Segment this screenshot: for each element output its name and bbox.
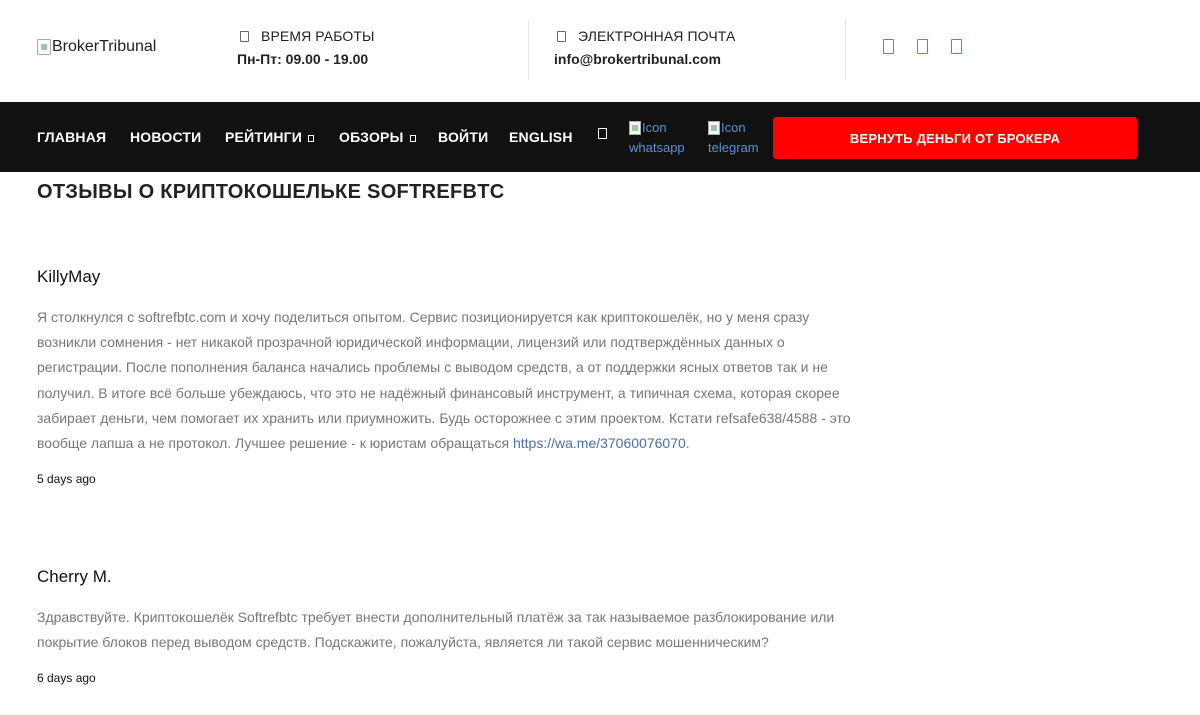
review-author: Cherry M. bbox=[37, 567, 112, 586]
nav-item-news[interactable]: НОВОСТИ bbox=[130, 129, 201, 145]
review-date: 6 days ago bbox=[37, 671, 96, 686]
working-hours: ВРЕМЯ РАБОТЫ Пн-Пт: 09.00 - 19.00 bbox=[237, 28, 374, 67]
dropdown-icon bbox=[308, 134, 315, 142]
nav-item-label: ГЛАВНАЯ bbox=[37, 129, 107, 145]
social-icon-3[interactable] bbox=[951, 39, 962, 54]
working-hours-value: Пн-Пт: 09.00 - 19.00 bbox=[237, 51, 369, 67]
review-item: KillyMay Я столкнулся с softrefbtc.com и… bbox=[37, 267, 867, 486]
nav-item-label: РЕЙТИНГИ bbox=[225, 129, 303, 145]
review-text: Я столкнулся с softrefbtc.com и хочу под… bbox=[37, 305, 867, 456]
social-icon-1[interactable] bbox=[883, 39, 894, 54]
nav-item-ratings[interactable]: РЕЙТИНГИ bbox=[225, 129, 315, 145]
email-label: ЭЛЕКТРОННАЯ ПОЧТА bbox=[578, 28, 736, 44]
envelope-icon bbox=[557, 30, 566, 42]
review-date: 5 days ago bbox=[37, 472, 96, 487]
nav-item-home[interactable]: ГЛАВНАЯ bbox=[37, 129, 106, 145]
telegram-alt: Icon bbox=[721, 120, 746, 135]
review-link[interactable]: https://wa.me/37060076070 bbox=[513, 435, 686, 451]
divider bbox=[845, 20, 846, 80]
divider bbox=[528, 20, 529, 80]
email-info: ЭЛЕКТРОННАЯ ПОЧТА info@brokertribunal.co… bbox=[554, 28, 735, 67]
site-logo[interactable]: BrokerTribunal bbox=[37, 38, 156, 56]
dropdown-icon bbox=[409, 134, 416, 142]
social-icon-2[interactable] bbox=[917, 39, 928, 54]
nav-item-english[interactable]: ENGLISH bbox=[509, 129, 573, 145]
search-icon[interactable] bbox=[598, 128, 607, 139]
nav-item-label: ENGLISH bbox=[509, 129, 573, 145]
nav-item-label: ОБЗОРЫ bbox=[339, 129, 404, 145]
page-title: ОТЗЫВЫ О КРИПТОКОШЕЛЬКЕ SOFTREFBTC bbox=[37, 181, 505, 203]
whatsapp-alt: Icon bbox=[642, 120, 667, 135]
nav-item-reviews[interactable]: ОБЗОРЫ bbox=[339, 129, 416, 145]
clock-icon bbox=[240, 30, 249, 42]
top-header: BrokerTribunal ВРЕМЯ РАБОТЫ Пн-Пт: 09.00… bbox=[0, 0, 1200, 102]
broken-image-icon bbox=[708, 121, 720, 135]
whatsapp-label: whatsapp bbox=[629, 140, 685, 155]
working-hours-label: ВРЕМЯ РАБОТЫ bbox=[261, 28, 375, 44]
logo-alt-text: BrokerTribunal bbox=[52, 38, 157, 55]
whatsapp-link[interactable]: Icon whatsapp bbox=[629, 118, 685, 158]
recover-money-button[interactable]: ВЕРНУТЬ ДЕНЬГИ ОТ БРОКЕРА bbox=[773, 117, 1137, 159]
review-body: Я столкнулся с softrefbtc.com и хочу под… bbox=[37, 309, 851, 452]
telegram-link[interactable]: Icon telegram bbox=[708, 118, 759, 158]
review-item: Cherry M. Здравствуйте. Криптокошелёк So… bbox=[37, 567, 867, 685]
broken-image-icon bbox=[37, 39, 51, 55]
social-links bbox=[883, 39, 962, 54]
nav-item-label: ВОЙТИ bbox=[438, 129, 489, 145]
review-link-suffix: . bbox=[685, 435, 690, 452]
email-value[interactable]: info@brokertribunal.com bbox=[554, 51, 735, 67]
review-text: Здравствуйте. Криптокошелёк Softrefbtc т… bbox=[37, 609, 835, 651]
telegram-label: telegram bbox=[708, 140, 759, 155]
nav-item-label: НОВОСТИ bbox=[130, 129, 202, 145]
nav-item-login[interactable]: ВОЙТИ bbox=[438, 129, 488, 145]
review-author: KillyMay bbox=[37, 267, 101, 286]
broken-image-icon bbox=[629, 121, 641, 135]
